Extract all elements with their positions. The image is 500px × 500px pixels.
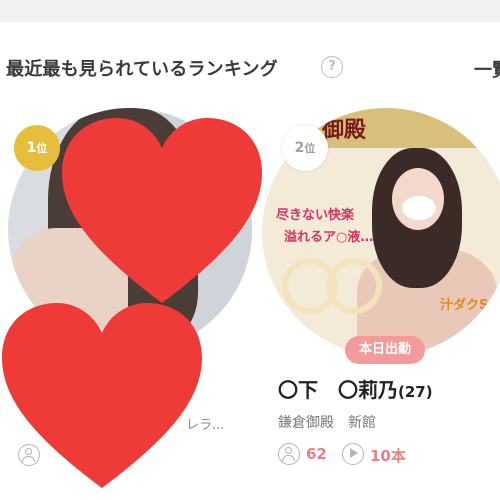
photo-text: 溢れるア○液…	[284, 230, 374, 245]
rank-number: 2	[294, 140, 305, 156]
top-divider-strip	[0, 0, 500, 22]
photo-banner-text: 御殿	[322, 117, 367, 143]
rank-suffix: 位	[36, 142, 48, 155]
view-count: 62	[306, 445, 327, 463]
video-count: 10本	[370, 447, 406, 465]
shop-name[interactable]: 鎌倉御殿 新館	[278, 412, 376, 432]
photo-decoration	[326, 258, 382, 314]
rank-suffix: 位	[304, 142, 316, 155]
cast-name-text: 〇下 〇莉乃	[278, 378, 398, 402]
cast-age: (27)	[398, 383, 433, 401]
rank-badge-2: 2位	[282, 125, 328, 171]
photo-text: 尽きない快楽	[276, 208, 355, 223]
work-today-badge: 本日出勤	[345, 336, 425, 364]
rank-number: 1	[26, 140, 37, 156]
photo-mask	[402, 196, 436, 220]
shop-name-partial: レラ...	[186, 418, 225, 433]
play-circle-icon	[342, 443, 364, 465]
view-all-link[interactable]: 一覧	[474, 56, 500, 82]
heart-icon	[62, 118, 262, 303]
cast-name[interactable]: 〇下 〇莉乃(27)	[278, 374, 433, 403]
heart-icon	[2, 303, 202, 488]
user-circle-icon	[278, 443, 300, 465]
user-circle-icon	[18, 444, 40, 466]
photo-text: 汁ダクS○	[440, 298, 500, 313]
rank-badge-1: 1位	[14, 125, 60, 171]
question-circle-icon[interactable]: ?	[321, 56, 343, 78]
section-title: 最近最も見られているランキング	[6, 59, 278, 80]
